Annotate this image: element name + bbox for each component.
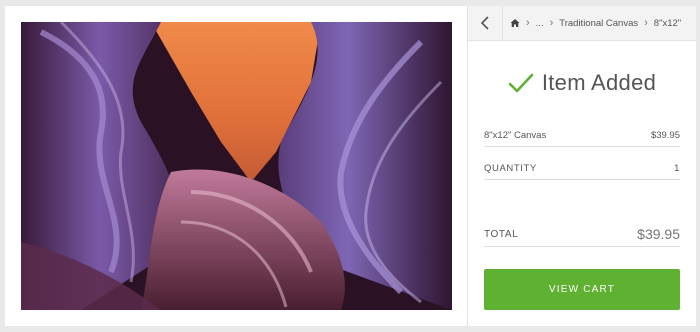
total-value: $39.95 [637,226,680,242]
chevron-left-icon [480,16,489,30]
home-icon[interactable] [510,18,520,28]
navigation-bar: › ... › Traditional Canvas › 8"x12" [468,6,696,41]
view-cart-button[interactable]: VIEW CART [484,269,680,310]
cart-summary-panel: › ... › Traditional Canvas › 8"x12" Item… [467,6,696,326]
breadcrumb-current-size: 8"x12" [653,17,682,29]
quantity-label: QUANTITY [484,162,537,174]
breadcrumb: › ... › Traditional Canvas › 8"x12" [510,6,696,40]
item-added-confirmation: Item Added [468,66,696,100]
item-price: $39.95 [650,129,680,141]
breadcrumb-ellipsis[interactable]: ... [536,18,544,29]
add-to-cart-dialog: › ... › Traditional Canvas › 8"x12" Item… [5,6,696,326]
quantity-value: 1 [674,162,680,174]
line-item-row: 8"x12" Canvas $39.95 [484,124,680,147]
breadcrumb-traditional-canvas[interactable]: Traditional Canvas [559,18,638,29]
chevron-right-icon: › [644,17,648,29]
total-label: TOTAL [484,228,519,240]
confirmation-message: Item Added [541,70,657,95]
chevron-right-icon: › [526,17,530,29]
chevron-right-icon: › [549,17,554,29]
product-image-panel [5,6,467,326]
canvas-photo [21,22,452,310]
total-row: TOTAL $39.95 [484,222,680,247]
quantity-row: QUANTITY 1 [484,157,680,180]
item-name: 8"x12" Canvas [484,129,547,141]
back-button[interactable] [468,6,503,40]
checkmark-icon [508,73,534,93]
